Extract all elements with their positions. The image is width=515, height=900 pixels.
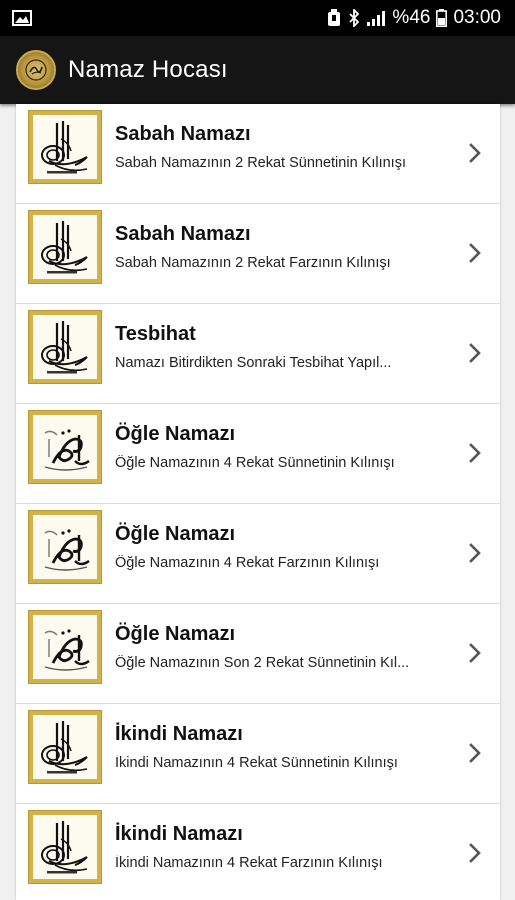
item-title: Öğle Namazı xyxy=(115,423,236,445)
item-title: Sabah Namazı xyxy=(115,223,251,245)
list-item[interactable]: Öğle Namazı Öğle Namazının Son 2 Rekat Sü… xyxy=(16,604,500,704)
list-item[interactable]: Öğle Namazı Öğle Namazının 4 Rekat Sünnet… xyxy=(16,404,500,504)
muhammad-calligraphy-icon xyxy=(28,610,102,684)
chevron-right-icon xyxy=(468,442,482,469)
chevron-right-icon xyxy=(468,342,482,369)
item-subtitle: İkindi Namazının 4 Rekat Sünnetinin Kılı… xyxy=(115,755,398,771)
item-text: Sabah Namazı Sabah Namazının 2 Rekat Sünn… xyxy=(115,123,460,171)
item-text: İkindi Namazı İkindi Namazının 4 Rekat Fa… xyxy=(115,823,460,871)
app-bar: Namaz Hocası xyxy=(0,36,515,104)
battery-percentage: %46 xyxy=(392,7,431,28)
item-text: Öğle Namazı Öğle Namazının Son 2 Rekat Sü… xyxy=(115,623,460,671)
item-title: Öğle Namazı xyxy=(115,523,236,545)
app-logo-icon xyxy=(16,50,56,90)
item-title: Sabah Namazı xyxy=(115,123,251,145)
item-subtitle: Sabah Namazının 2 Rekat Farzının Kılınış… xyxy=(115,255,391,271)
battery-icon xyxy=(436,9,448,27)
item-subtitle: Öğle Namazının 4 Rekat Sünnetinin Kılını… xyxy=(115,455,395,471)
chevron-right-icon xyxy=(468,742,482,769)
item-text: Tesbihat Namazı Bitirdikten Sonraki Tesbi… xyxy=(115,323,460,371)
status-bar: %46 03:00 xyxy=(0,0,515,36)
bluetooth-icon xyxy=(348,9,360,27)
chevron-right-icon xyxy=(468,542,482,569)
item-title: Öğle Namazı xyxy=(115,623,236,645)
item-text: Öğle Namazı Öğle Namazının 4 Rekat Farzın… xyxy=(115,523,460,571)
app-title: Namaz Hocası xyxy=(68,56,228,83)
list-item[interactable]: İkindi Namazı İkindi Namazının 4 Rekat Fa… xyxy=(16,804,500,900)
item-subtitle: Öğle Namazının 4 Rekat Farzının Kılınışı xyxy=(115,555,380,571)
chevron-right-icon xyxy=(468,242,482,269)
item-text: Sabah Namazı Sabah Namazının 2 Rekat Farz… xyxy=(115,223,460,271)
list-item[interactable]: Sabah Namazı Sabah Namazının 2 Rekat Sünn… xyxy=(16,104,500,204)
item-text: Öğle Namazı Öğle Namazının 4 Rekat Sünnet… xyxy=(115,423,460,471)
item-subtitle: Öğle Namazının Son 2 Rekat Sünnetinin Kı… xyxy=(115,655,410,671)
tughra-calligraphy-icon xyxy=(28,110,102,184)
image-icon xyxy=(12,10,32,26)
list-item[interactable]: İkindi Namazı İkindi Namazının 4 Rekat Sü… xyxy=(16,704,500,804)
list-item[interactable]: Sabah Namazı Sabah Namazının 2 Rekat Farz… xyxy=(16,204,500,304)
chevron-right-icon xyxy=(468,142,482,169)
item-title: İkindi Namazı xyxy=(115,723,243,745)
item-subtitle: Namazı Bitirdikten Sonraki Tesbihat Yapı… xyxy=(115,355,392,371)
alarm-icon xyxy=(326,9,342,27)
chevron-right-icon xyxy=(468,842,482,869)
list-item[interactable]: Öğle Namazı Öğle Namazının 4 Rekat Farzın… xyxy=(16,504,500,604)
item-subtitle: Sabah Namazının 2 Rekat Sünnetinin Kılın… xyxy=(115,155,406,171)
signal-icon xyxy=(366,10,386,26)
list-item[interactable]: Tesbihat Namazı Bitirdikten Sonraki Tesbi… xyxy=(16,304,500,404)
tughra-calligraphy-icon xyxy=(28,210,102,284)
tughra-calligraphy-icon xyxy=(28,710,102,784)
tughra-calligraphy-icon xyxy=(28,810,102,884)
muhammad-calligraphy-icon xyxy=(28,410,102,484)
tughra-calligraphy-icon xyxy=(28,310,102,384)
muhammad-calligraphy-icon xyxy=(28,510,102,584)
item-title: İkindi Namazı xyxy=(115,823,243,845)
clock: 03:00 xyxy=(453,7,501,28)
item-title: Tesbihat xyxy=(115,323,196,345)
prayer-list: Sabah Namazı Sabah Namazının 2 Rekat Sünn… xyxy=(16,104,500,900)
item-subtitle: İkindi Namazının 4 Rekat Farzının Kılını… xyxy=(115,855,383,871)
chevron-right-icon xyxy=(468,642,482,669)
item-text: İkindi Namazı İkindi Namazının 4 Rekat Sü… xyxy=(115,723,460,771)
